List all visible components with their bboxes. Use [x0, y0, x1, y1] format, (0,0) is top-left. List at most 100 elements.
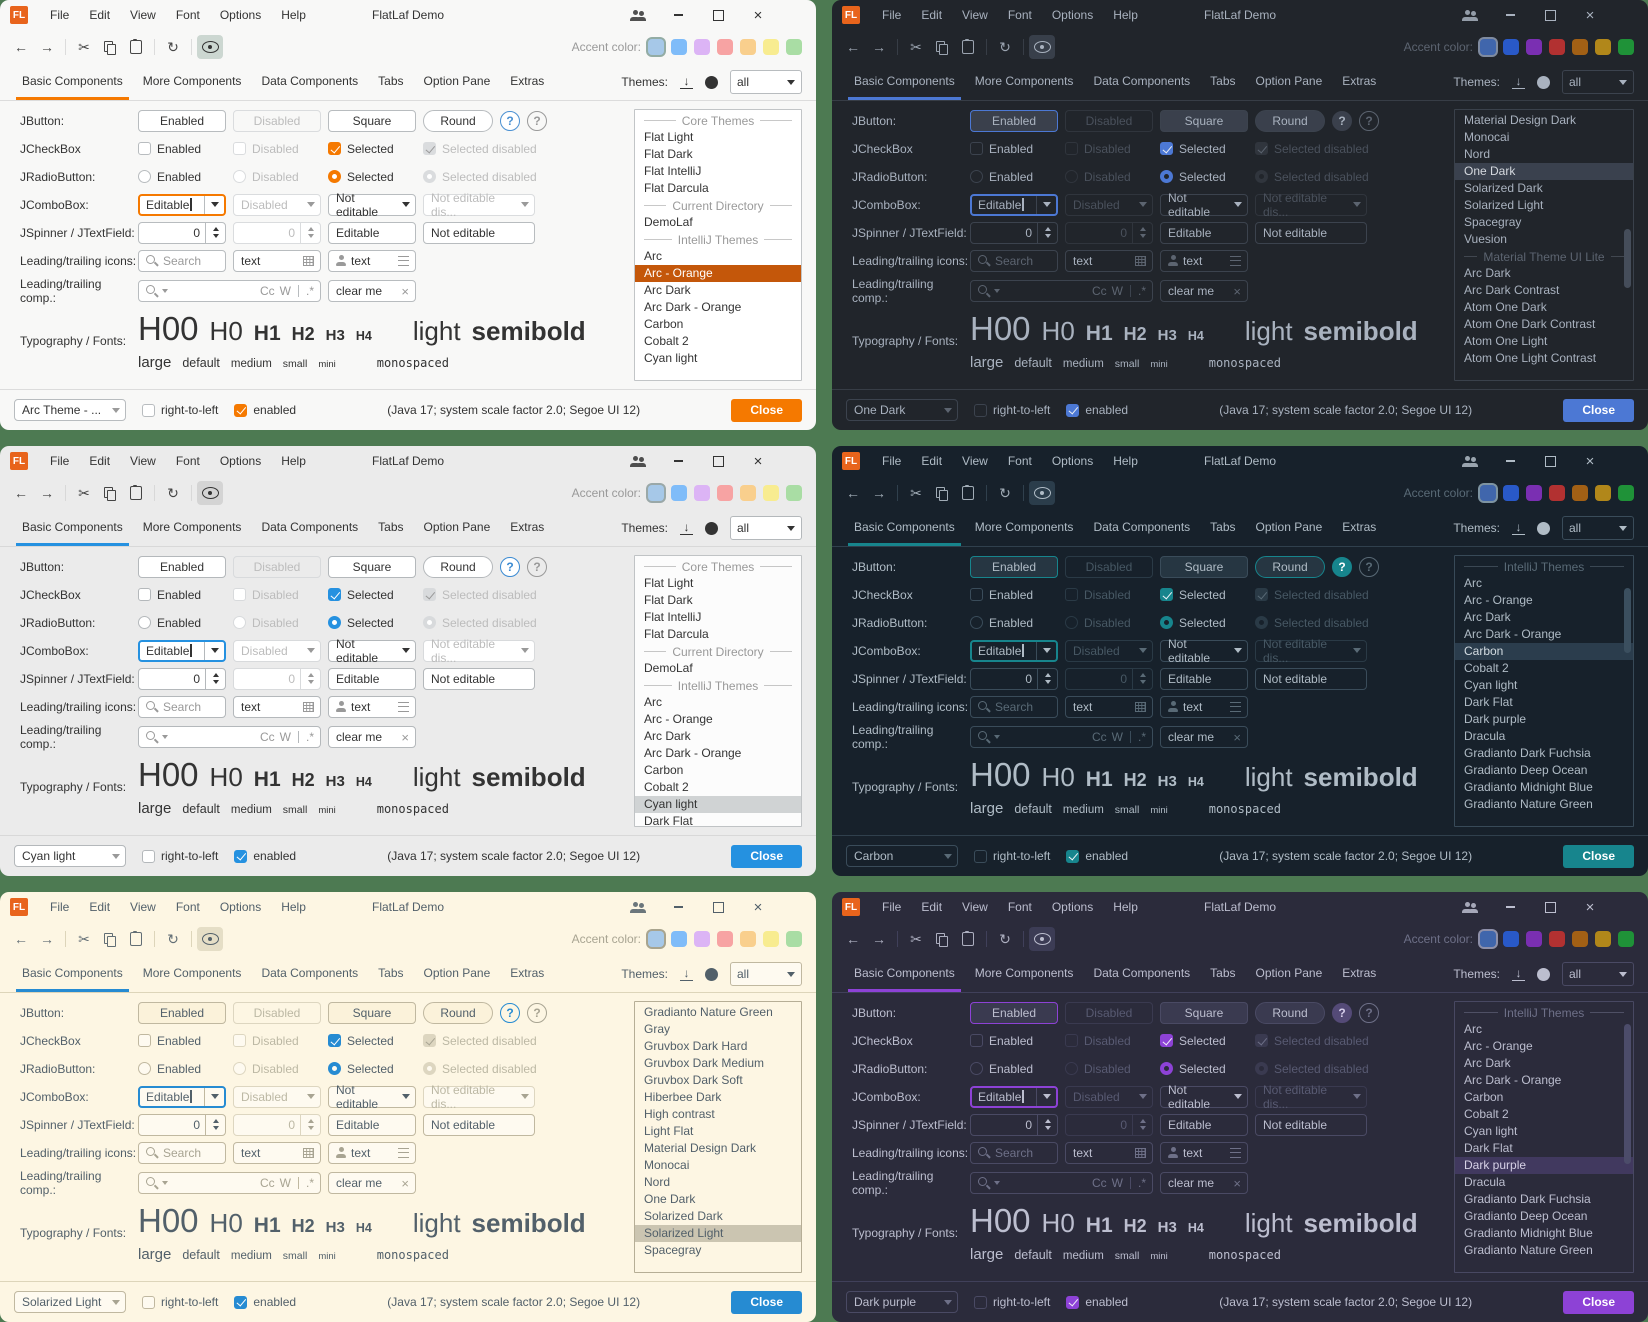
theme-list-item[interactable]: Solarized Light [1455, 197, 1633, 214]
theme-list-item[interactable]: Cyan light [1455, 1123, 1633, 1140]
theme-list-item[interactable]: Cyan light [1455, 677, 1633, 694]
clear-me-field[interactable]: clear me× [328, 726, 416, 748]
back-button[interactable]: ← [840, 927, 866, 951]
theme-list-item[interactable]: Gradianto Midnight Blue [1455, 1225, 1633, 1242]
clear-icon[interactable]: × [1233, 731, 1241, 744]
cut-button[interactable]: ✂ [71, 35, 97, 59]
theme-list-item[interactable]: Monocai [1455, 129, 1633, 146]
tab-more-components[interactable]: More Components [965, 64, 1084, 100]
enabled-checkbox[interactable]: enabled [1066, 1295, 1128, 1309]
accent-color-swatch[interactable] [694, 485, 710, 501]
theme-selector-combobox[interactable]: One Dark [846, 399, 958, 421]
theme-list-item[interactable]: Spacegray [635, 1242, 801, 1259]
accent-color-swatch[interactable] [1549, 931, 1565, 947]
help-button[interactable]: ? [1332, 557, 1352, 577]
theme-list-item[interactable]: Atom One Light [1455, 333, 1633, 350]
match-case-button[interactable]: Cc [1092, 730, 1107, 744]
radio-enabled[interactable]: Enabled [970, 170, 1065, 184]
match-case-button[interactable]: Cc [260, 730, 275, 744]
maximize-button[interactable] [1530, 0, 1570, 30]
close-window-button[interactable]: × [1570, 892, 1610, 922]
text-field-with-table-icon[interactable]: text [1065, 250, 1153, 272]
menu-file[interactable]: File [872, 446, 911, 476]
text-field-with-person-icon[interactable]: text [328, 250, 416, 272]
tab-tabs[interactable]: Tabs [368, 510, 413, 546]
checkbox-enabled[interactable]: Enabled [970, 142, 1065, 156]
accent-color-swatch[interactable] [1503, 931, 1519, 947]
clear-me-field[interactable]: clear me× [328, 1172, 416, 1194]
accent-color-swatch[interactable] [717, 931, 733, 947]
square-button[interactable]: Square [1160, 110, 1248, 132]
combobox-editable[interactable]: Editable [970, 1086, 1058, 1108]
forward-button[interactable]: → [866, 481, 892, 505]
menu-edit[interactable]: Edit [911, 0, 952, 30]
text-field-with-person-icon[interactable]: text [328, 1142, 416, 1164]
tab-data-components[interactable]: Data Components [251, 510, 368, 546]
menu-file[interactable]: File [40, 892, 79, 922]
enabled-button[interactable]: Enabled [138, 1002, 226, 1024]
back-button[interactable]: ← [8, 481, 34, 505]
help-button[interactable]: ? [500, 1003, 520, 1023]
tab-option-pane[interactable]: Option Pane [1246, 510, 1333, 546]
combobox-arrow-button[interactable] [396, 195, 415, 215]
clear-icon[interactable]: × [1233, 285, 1241, 298]
theme-list-item[interactable]: Dark Flat [1455, 694, 1633, 711]
close-button[interactable]: Close [731, 1291, 802, 1314]
theme-list-item[interactable]: Hiberbee Dark [635, 1089, 801, 1106]
combobox-arrow-button[interactable] [1228, 1087, 1247, 1107]
copy-button[interactable] [929, 927, 955, 951]
radio-enabled[interactable]: Enabled [138, 170, 233, 184]
accent-color-swatch[interactable] [648, 485, 664, 501]
theme-list-item[interactable]: Dracula [1455, 728, 1633, 745]
theme-list-item[interactable]: Flat Darcula [635, 626, 801, 643]
scrollbar-thumb[interactable] [1624, 229, 1631, 288]
menu-options[interactable]: Options [210, 0, 271, 30]
search-field-with-options[interactable]: Cc W .* [970, 726, 1153, 748]
tab-extras[interactable]: Extras [1332, 64, 1386, 100]
tab-basic-components[interactable]: Basic Components [12, 956, 133, 992]
tab-extras[interactable]: Extras [500, 510, 554, 546]
back-button[interactable]: ← [8, 927, 34, 951]
theme-list-item[interactable]: Arc [1455, 575, 1633, 592]
menu-options[interactable]: Options [210, 892, 271, 922]
minimize-button[interactable] [658, 446, 698, 476]
theme-selector-combobox[interactable]: Cyan light [14, 845, 126, 867]
menu-icon[interactable] [398, 702, 409, 712]
accent-color-swatch[interactable] [694, 931, 710, 947]
accent-color-swatch[interactable] [1480, 39, 1496, 55]
accent-color-swatch[interactable] [1618, 39, 1634, 55]
forward-button[interactable]: → [34, 35, 60, 59]
theme-list-item[interactable]: Cyan light [635, 350, 801, 367]
theme-list-item[interactable]: Gradianto Dark Fuchsia [1455, 1191, 1633, 1208]
clear-icon[interactable]: × [401, 731, 409, 744]
theme-list-item[interactable]: Vuesion [1455, 231, 1633, 248]
accent-color-swatch[interactable] [763, 39, 779, 55]
checkbox-enabled[interactable]: Enabled [138, 1034, 233, 1048]
paste-button[interactable] [123, 35, 149, 59]
table-icon[interactable] [1135, 702, 1146, 712]
round-button[interactable]: Round [423, 1002, 493, 1024]
checkbox-selected[interactable]: Selected [1160, 1034, 1255, 1048]
accent-color-swatch[interactable] [694, 39, 710, 55]
theme-selector-combobox[interactable]: Solarized Light [14, 1291, 126, 1313]
match-case-button[interactable]: Cc [1092, 284, 1107, 298]
square-button[interactable]: Square [1160, 1002, 1248, 1024]
theme-list-item[interactable]: Atom One Light Contrast [1455, 350, 1633, 367]
copy-button[interactable] [97, 35, 123, 59]
copy-button[interactable] [97, 927, 123, 951]
theme-list-item[interactable]: Flat IntelliJ [635, 609, 801, 626]
tab-extras[interactable]: Extras [1332, 956, 1386, 992]
theme-list-item[interactable]: Arc [635, 694, 801, 711]
menu-font[interactable]: Font [166, 446, 210, 476]
accent-color-swatch[interactable] [1572, 485, 1588, 501]
combobox-not-editable[interactable]: Not editable [328, 1086, 416, 1108]
menu-help[interactable]: Help [1103, 0, 1148, 30]
tab-data-components[interactable]: Data Components [1083, 64, 1200, 100]
combobox-arrow-button[interactable] [204, 1088, 224, 1106]
menu-view[interactable]: View [952, 892, 998, 922]
tab-data-components[interactable]: Data Components [1083, 956, 1200, 992]
theme-list-item[interactable]: Carbon [635, 316, 801, 333]
combobox-arrow-button[interactable] [396, 1087, 415, 1107]
combobox-not-editable[interactable]: Not editable [1160, 194, 1248, 216]
close-button[interactable]: Close [1563, 845, 1634, 868]
